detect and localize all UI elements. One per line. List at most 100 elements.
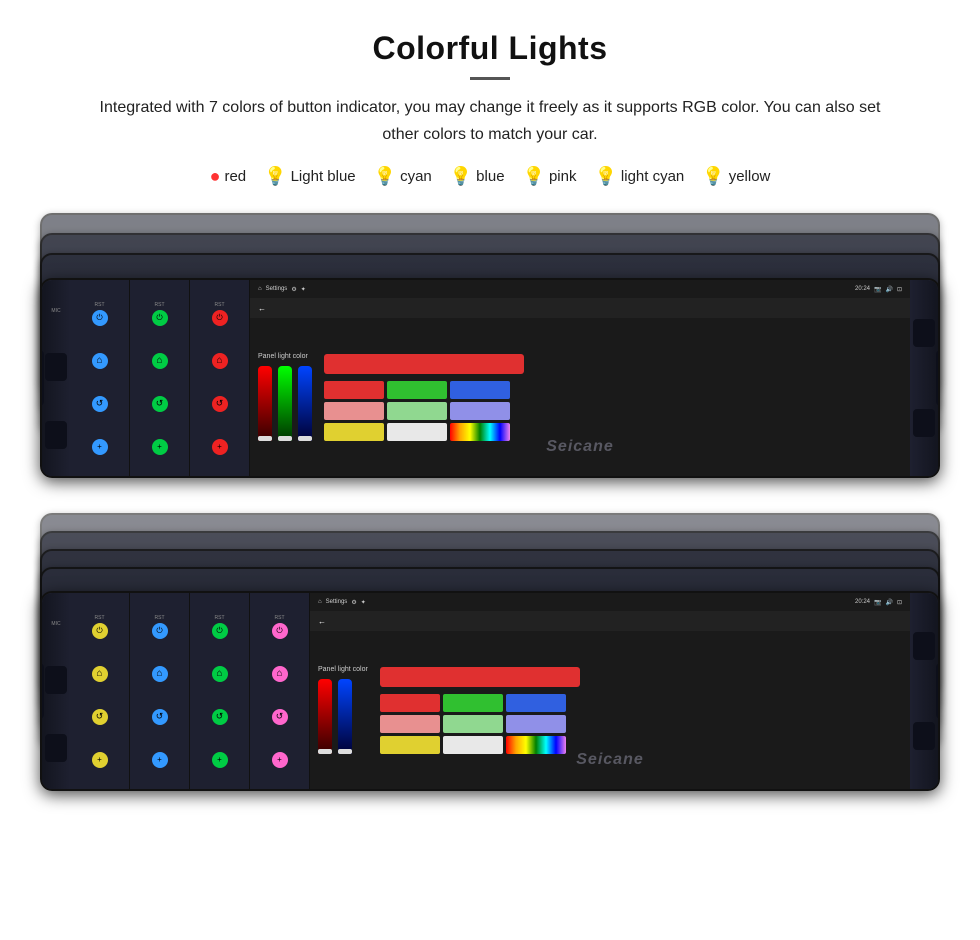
btn-back-yellow[interactable]: ↺ — [92, 709, 108, 725]
right-handle — [936, 351, 940, 406]
color-swatches-top — [324, 354, 524, 441]
swatch-b3-rainbow[interactable] — [506, 736, 566, 754]
sliders-container: Panel light color — [258, 353, 312, 441]
btn-back-green[interactable]: ↺ — [152, 396, 168, 412]
swatch-r2-lightblue[interactable] — [450, 402, 510, 420]
legend-lightcyan: 💡 light cyan — [594, 166, 684, 187]
swatch-r2-lightgreen[interactable] — [387, 402, 447, 420]
btn-power-blue-b[interactable]: ⏻ — [152, 623, 168, 639]
swatch-r3-rainbow[interactable] — [450, 423, 510, 441]
blue-thumb[interactable] — [298, 436, 312, 441]
swatch-b3-white[interactable] — [443, 736, 503, 754]
blue-thumb-b[interactable] — [338, 749, 352, 754]
bulb-cyan-icon: 💡 — [374, 166, 396, 187]
btn-vol-red[interactable]: + — [212, 439, 228, 455]
swatch-top-red[interactable] — [324, 354, 524, 374]
gear-icon-b: ⚙ — [351, 599, 356, 606]
swatch-r2-lightred[interactable] — [324, 402, 384, 420]
btn-back-red[interactable]: ↺ — [212, 396, 228, 412]
left-panel-red: RST ⏻ ⌂ ↺ + — [190, 280, 250, 476]
swatch-b1-blue[interactable] — [506, 694, 566, 712]
btn-home-yellow[interactable]: ⌂ — [92, 666, 108, 682]
green-thumb[interactable] — [278, 436, 292, 441]
btn-power-green[interactable]: ⏻ — [152, 310, 168, 326]
swatch-row-2 — [324, 402, 524, 420]
btn-back-pink[interactable]: ↺ — [272, 709, 288, 725]
btn-back-blue-b[interactable]: ↺ — [152, 709, 168, 725]
btn-home-blue-b[interactable]: ⌂ — [152, 666, 168, 682]
bar-right: 20:24 📷 🔊 ⊡ — [855, 286, 902, 293]
gear-icon: ⚙ — [291, 286, 296, 293]
btn-vol-yellow[interactable]: + — [92, 752, 108, 768]
color-swatches-bottom — [380, 667, 580, 754]
red-thumb[interactable] — [258, 436, 272, 441]
settings-header-b: ← — [310, 611, 910, 631]
btn-power-pink[interactable]: ⏻ — [272, 623, 288, 639]
swatch-r1-green[interactable] — [387, 381, 447, 399]
btn-back-blue[interactable]: ↺ — [92, 396, 108, 412]
home-icon[interactable]: ⌂ — [258, 286, 262, 292]
bracket-tab-rb2 — [913, 722, 935, 750]
swatch-row-1 — [324, 381, 524, 399]
sliders-container-b: Panel light color — [318, 666, 368, 754]
settings-label: Settings — [266, 286, 288, 292]
green-slider-wrap — [278, 366, 292, 441]
btn-home-pink[interactable]: ⌂ — [272, 666, 288, 682]
swatch-b3-yellow[interactable] — [380, 736, 440, 754]
swatch-b2-lightblue[interactable] — [506, 715, 566, 733]
home-icon-b[interactable]: ⌂ — [318, 599, 322, 605]
btn-vol-blue[interactable]: + — [92, 439, 108, 455]
btn-power-green-b[interactable]: ⏻ — [212, 623, 228, 639]
btn-home-green-b[interactable]: ⌂ — [212, 666, 228, 682]
sliders-row-b — [318, 679, 368, 754]
btn-rst-b2: RST ⏻ — [152, 615, 168, 639]
back-btn[interactable]: ← — [258, 304, 266, 313]
panel-color-title-b: Panel light color — [318, 666, 368, 673]
label-lightblue: Light blue — [291, 168, 356, 185]
left-panels-group: RST ⏻ ⌂ ↺ + RST ⏻ ⌂ ↺ + — [70, 280, 250, 476]
left-bracket-b: MIC — [42, 593, 70, 789]
red-slider-b[interactable] — [318, 679, 332, 754]
blue-slider-b[interactable] — [338, 679, 352, 754]
volume-icon-b: 🔊 — [885, 599, 892, 606]
swatch-r3-white[interactable] — [387, 423, 447, 441]
swatch-row-b1 — [380, 694, 580, 712]
btn-back-green-b[interactable]: ↺ — [212, 709, 228, 725]
btn-power-red[interactable]: ⏻ — [212, 310, 228, 326]
left-bracket: MIC — [42, 280, 70, 476]
btn-home-blue[interactable]: ⌂ — [92, 353, 108, 369]
swatch-r1-red[interactable] — [324, 381, 384, 399]
btn-vol-blue-b[interactable]: + — [152, 752, 168, 768]
color-legend: ● red 💡 Light blue 💡 cyan 💡 blue 💡 pink … — [40, 166, 940, 187]
legend-lightblue: 💡 Light blue — [264, 166, 355, 187]
swatch-b1-red[interactable] — [380, 694, 440, 712]
btn-vol-pink[interactable]: + — [272, 752, 288, 768]
swatch-b2-lightgreen[interactable] — [443, 715, 503, 733]
red-slider[interactable] — [258, 366, 272, 441]
btn-vol-green[interactable]: + — [152, 439, 168, 455]
btn-rst-g2: RST ⏻ — [212, 615, 228, 639]
swatch-r3-yellow[interactable] — [324, 423, 384, 441]
swatch-b2-lightred[interactable] — [380, 715, 440, 733]
btn-home-green[interactable]: ⌂ — [152, 353, 168, 369]
swatch-r1-blue[interactable] — [450, 381, 510, 399]
red-thumb-b[interactable] — [318, 749, 332, 754]
volume-icon: 🔊 — [885, 286, 892, 293]
bar-left-b: ⌂ Settings ⚙ ✦ — [318, 599, 366, 606]
page-title: Colorful Lights — [40, 30, 940, 67]
back-btn-b[interactable]: ← — [318, 617, 326, 626]
btn-vol-green-b[interactable]: + — [212, 752, 228, 768]
bracket-tab-2 — [45, 421, 67, 449]
btn-power-blue[interactable]: ⏻ — [92, 310, 108, 326]
bulb-yellow-icon: 💡 — [702, 166, 724, 187]
swatch-top-red-b[interactable] — [380, 667, 580, 687]
swatch-b1-green[interactable] — [443, 694, 503, 712]
red-slider-wrap-b — [318, 679, 332, 754]
label-cyan: cyan — [400, 168, 432, 185]
legend-pink: 💡 pink — [523, 166, 577, 187]
settings-label-b: Settings — [326, 599, 348, 605]
green-slider[interactable] — [278, 366, 292, 441]
btn-home-red[interactable]: ⌂ — [212, 353, 228, 369]
btn-power-yellow[interactable]: ⏻ — [92, 623, 108, 639]
blue-slider[interactable] — [298, 366, 312, 441]
